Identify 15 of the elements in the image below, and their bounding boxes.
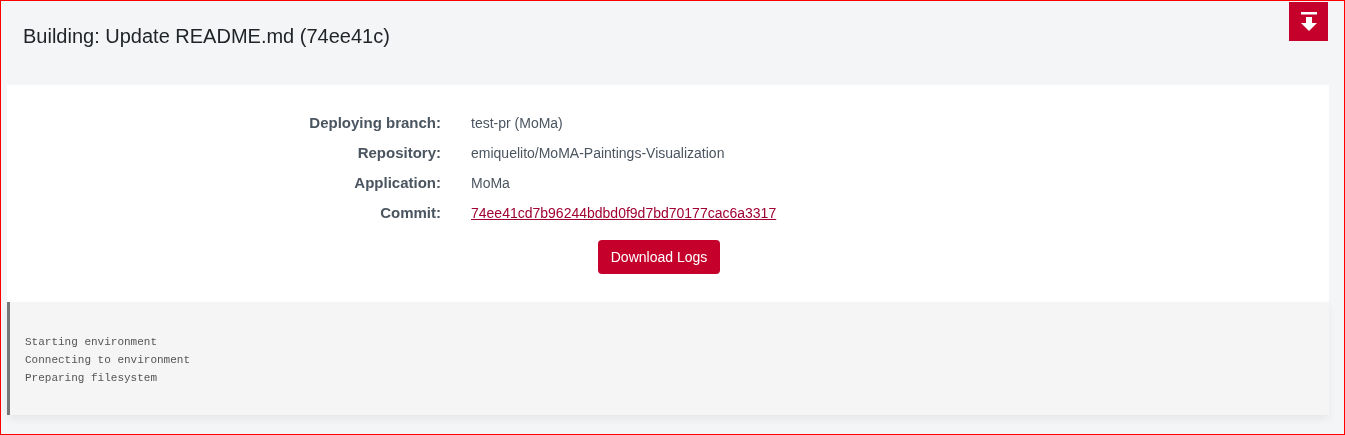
- page-title: Building: Update README.md (74ee41c): [23, 24, 390, 49]
- log-line: Preparing filesystem: [25, 371, 158, 386]
- download-logs-button[interactable]: Download Logs: [597, 240, 721, 274]
- log-line: Connecting to environment: [25, 353, 191, 368]
- field-label: Repository:: [357, 143, 441, 163]
- field-value: MoMa: [471, 174, 510, 193]
- field-value: emiquelito/MoMA-Paintings-Visualization: [471, 144, 725, 163]
- field-value: test-pr (MoMa): [471, 114, 563, 133]
- scroll-down-button[interactable]: [1289, 2, 1328, 41]
- commit-link[interactable]: 74ee41cd7b96244bdbd0f9d7bd70177cac6a3317: [471, 199, 777, 228]
- field-label: Deploying branch:: [309, 113, 441, 133]
- log-line: Starting environment: [25, 335, 158, 350]
- field-label: Application:: [354, 173, 441, 193]
- arrow-down-to-bar-icon: [1299, 11, 1318, 32]
- field-label: Commit:: [380, 203, 441, 223]
